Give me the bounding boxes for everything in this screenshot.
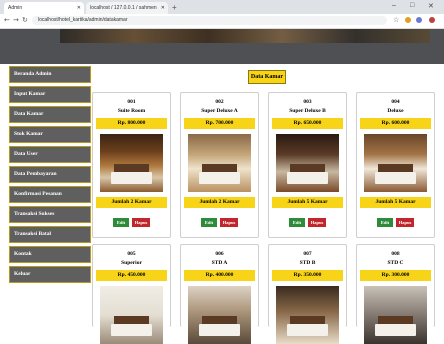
address-bar: ← → ↻ localhost/hotel_kartika/admin/data…: [0, 14, 444, 29]
sidebar-item-transaksi-sukses[interactable]: Transaksi Sukses: [9, 206, 91, 223]
room-card: 007 STD B Rp. 350.000: [268, 244, 347, 344]
room-photo: [188, 134, 251, 192]
tab-admin[interactable]: Admin ✕: [4, 2, 84, 14]
profile-avatar[interactable]: [429, 17, 435, 23]
delete-button[interactable]: Hapus: [220, 218, 238, 227]
room-photo: [188, 286, 251, 344]
room-price: Rp. 600.000: [360, 118, 431, 129]
extension-icon[interactable]: [416, 17, 422, 23]
browser-tab-bar: Admin ✕ localhost / 127.0.0.1 / sahmen ✕…: [0, 0, 444, 14]
room-number: 005: [127, 251, 136, 257]
room-photo: [100, 134, 163, 192]
room-price: Rp. 300.000: [360, 270, 431, 281]
header-banner: [0, 29, 444, 64]
room-photo: [276, 134, 339, 192]
room-photo: [364, 286, 427, 344]
reload-icon[interactable]: ↻: [22, 16, 28, 24]
maximize-icon[interactable]: □: [410, 2, 414, 9]
room-number: 003: [303, 99, 312, 105]
sidebar: Beranda Admin Input Kamar Data Kamar Sto…: [9, 66, 91, 286]
extension-icon[interactable]: [405, 17, 411, 23]
edit-button[interactable]: Edit: [377, 218, 393, 227]
room-stock: Jumlah 5 Kamar: [360, 197, 431, 208]
room-price: Rp. 650.000: [272, 118, 343, 129]
room-card: 001 Suite Room Rp. 800.000 Jumlah 2 Kama…: [92, 92, 171, 238]
tab-phpmyadmin[interactable]: localhost / 127.0.0.1 / sahmen ✕: [86, 2, 168, 14]
room-number: 001: [127, 99, 136, 105]
room-stock: Jumlah 2 Kamar: [184, 197, 255, 208]
room-photo: [100, 286, 163, 344]
room-card: 002 Super Deluxe A Rp. 700.000 Jumlah 2 …: [180, 92, 259, 238]
sidebar-item-input-kamar[interactable]: Input Kamar: [9, 86, 91, 103]
room-name: STD B: [299, 260, 316, 266]
sidebar-item-data-kamar[interactable]: Data Kamar: [9, 106, 91, 123]
room-photo: [276, 286, 339, 344]
room-name: Deluxe: [387, 108, 404, 114]
close-window-icon[interactable]: ✕: [428, 2, 434, 10]
room-name: STD A: [211, 260, 228, 266]
room-photo: [364, 134, 427, 192]
edit-button[interactable]: Edit: [289, 218, 305, 227]
room-price: Rp. 400.000: [184, 270, 255, 281]
edit-button[interactable]: Edit: [113, 218, 129, 227]
sidebar-item-konfirmasi-pesanan[interactable]: Konfirmasi Pesanan: [9, 186, 91, 203]
room-price: Rp. 350.000: [272, 270, 343, 281]
room-name: STD C: [387, 260, 404, 266]
room-number: 004: [391, 99, 400, 105]
sidebar-item-data-user[interactable]: Data User: [9, 146, 91, 163]
room-name: Super Deluxe A: [201, 108, 238, 114]
room-card: 004 Deluxe Rp. 600.000 Jumlah 5 Kamar Ed…: [356, 92, 435, 238]
room-stock: Jumlah 5 Kamar: [272, 197, 343, 208]
room-price: Rp. 700.000: [184, 118, 255, 129]
delete-button[interactable]: Hapus: [308, 218, 326, 227]
room-card: 003 Super Deluxe B Rp. 650.000 Jumlah 5 …: [268, 92, 347, 238]
tab-label: localhost / 127.0.0.1 / sahmen: [90, 5, 157, 11]
url-input[interactable]: localhost/hotel_kartika/admin/datakamar: [32, 16, 387, 25]
room-price: Rp. 800.000: [96, 118, 167, 129]
edit-button[interactable]: Edit: [201, 218, 217, 227]
room-number: 008: [391, 251, 400, 257]
delete-button[interactable]: Hapus: [396, 218, 414, 227]
sidebar-item-beranda[interactable]: Beranda Admin: [9, 66, 91, 83]
close-tab-icon[interactable]: ✕: [161, 2, 165, 14]
room-number: 006: [215, 251, 224, 257]
room-card: 006 STD A Rp. 400.000: [180, 244, 259, 344]
sidebar-item-transaksi-batal[interactable]: Transaksi Batal: [9, 226, 91, 243]
room-stock: Jumlah 2 Kamar: [96, 197, 167, 208]
close-tab-icon[interactable]: ✕: [77, 2, 81, 14]
sidebar-item-data-pembayaran[interactable]: Data Pembayaran: [9, 166, 91, 183]
banner-decoration: [60, 29, 430, 43]
minimize-icon[interactable]: –: [392, 2, 396, 9]
forward-icon[interactable]: →: [13, 16, 19, 24]
page-title: Data Kamar: [248, 70, 286, 84]
room-number: 007: [303, 251, 312, 257]
new-tab-icon[interactable]: +: [172, 2, 177, 14]
delete-button[interactable]: Hapus: [132, 218, 150, 227]
bookmark-star-icon[interactable]: ☆: [393, 16, 399, 24]
room-name: Superior: [121, 260, 142, 266]
room-price: Rp. 450.000: [96, 270, 167, 281]
room-name: Suite Room: [117, 108, 146, 114]
tab-label: Admin: [8, 5, 23, 11]
window-controls: – □ ✕: [384, 0, 444, 14]
back-icon[interactable]: ←: [4, 16, 10, 24]
room-card: 005 Superior Rp. 450.000: [92, 244, 171, 344]
sidebar-item-keluar[interactable]: Keluar: [9, 266, 91, 283]
room-name: Super Deluxe B: [289, 108, 326, 114]
sidebar-item-kontak[interactable]: Kontak: [9, 246, 91, 263]
room-card: 008 STD C Rp. 300.000: [356, 244, 435, 344]
room-number: 002: [215, 99, 224, 105]
sidebar-item-stok-kamar[interactable]: Stok Kamar: [9, 126, 91, 143]
